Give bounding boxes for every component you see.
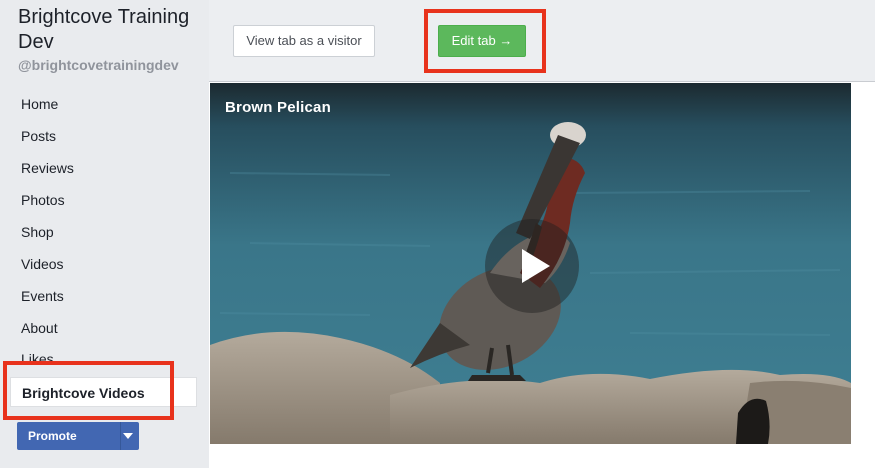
sidebar-item-videos[interactable]: Videos [0, 248, 209, 280]
sidebar-item-events[interactable]: Events [0, 280, 209, 312]
play-icon [522, 249, 550, 283]
page-title[interactable]: Brightcove Training Dev [18, 5, 208, 55]
video-title: Brown Pelican [225, 99, 331, 116]
tab-content: Brown Pelican [209, 83, 875, 468]
play-button[interactable] [485, 219, 579, 313]
sidebar: Brightcove Training Dev @brightcovetrain… [0, 0, 209, 468]
sidebar-item-photos[interactable]: Photos [0, 184, 209, 216]
sidebar-nav: Home Posts Reviews Photos Shop Videos Ev… [0, 88, 209, 407]
sidebar-item-shop[interactable]: Shop [0, 216, 209, 248]
tab-toolbar: View tab as a visitor Edit tab → [209, 0, 875, 82]
edit-tab-button[interactable]: Edit tab → [438, 25, 526, 57]
sidebar-item-reviews[interactable]: Reviews [0, 152, 209, 184]
sidebar-item-likes[interactable]: Likes [0, 344, 209, 368]
promote-separator [120, 422, 121, 450]
sidebar-item-home[interactable]: Home [0, 88, 209, 120]
sidebar-item-brightcove-videos[interactable]: Brightcove Videos [10, 377, 197, 407]
view-tab-as-visitor-button[interactable]: View tab as a visitor [233, 25, 375, 57]
chevron-down-icon[interactable] [123, 433, 133, 439]
page-handle[interactable]: @brightcovetrainingdev [18, 57, 179, 73]
promote-label: Promote [28, 429, 77, 443]
sidebar-item-posts[interactable]: Posts [0, 120, 209, 152]
promote-button[interactable]: Promote [17, 422, 139, 450]
video-player[interactable]: Brown Pelican [210, 83, 851, 444]
sidebar-item-about[interactable]: About [0, 312, 209, 344]
